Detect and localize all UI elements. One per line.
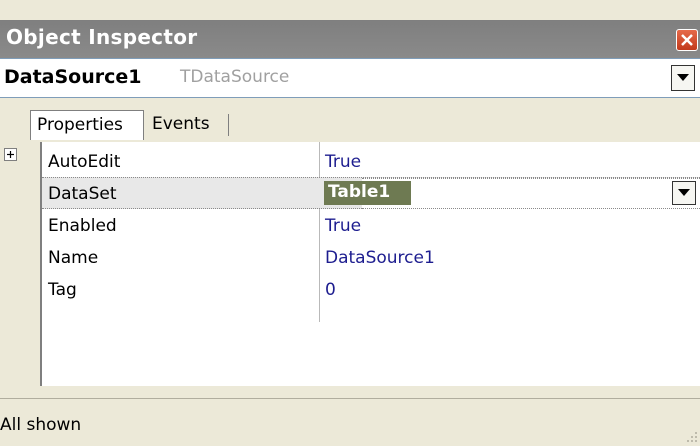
property-grid: AutoEdit True DataSet Table1 Enabled Tru… bbox=[0, 142, 700, 386]
property-value-editor[interactable] bbox=[362, 178, 700, 209]
dataset-dropdown-button[interactable] bbox=[672, 181, 696, 205]
dropdown-arrow-icon bbox=[677, 74, 689, 81]
property-name: Tag bbox=[48, 280, 77, 300]
property-row-dataset[interactable]: DataSet Table1 bbox=[42, 177, 700, 209]
property-name: Name bbox=[48, 248, 99, 268]
property-gutter bbox=[0, 142, 42, 386]
property-value[interactable]: True bbox=[325, 216, 361, 236]
tab-properties[interactable]: Properties bbox=[30, 110, 144, 140]
property-row-name[interactable]: Name DataSource1 bbox=[42, 242, 700, 274]
property-value[interactable]: DataSource1 bbox=[325, 248, 435, 268]
window-title: Object Inspector bbox=[6, 25, 198, 49]
component-type: TDataSource bbox=[180, 67, 290, 87]
property-value[interactable]: True bbox=[325, 152, 361, 172]
tab-divider bbox=[228, 114, 229, 136]
tab-events[interactable]: Events bbox=[152, 114, 210, 134]
component-selector-dropdown-button[interactable] bbox=[671, 65, 695, 91]
expand-dataset-button[interactable] bbox=[4, 148, 17, 161]
expand-plus-icon bbox=[7, 151, 14, 158]
property-row-tag[interactable]: Tag 0 bbox=[42, 274, 700, 306]
close-icon bbox=[681, 34, 693, 46]
status-bar: All shown bbox=[0, 398, 700, 446]
close-button[interactable] bbox=[676, 29, 698, 51]
tab-strip: Properties Events bbox=[0, 98, 700, 240]
component-name: DataSource1 bbox=[4, 66, 142, 88]
dropdown-arrow-icon bbox=[678, 189, 690, 196]
property-name: DataSet bbox=[48, 184, 117, 204]
status-text: All shown bbox=[0, 415, 82, 435]
title-bar[interactable]: Object Inspector bbox=[0, 20, 700, 58]
property-value[interactable]: 0 bbox=[325, 280, 336, 300]
property-value[interactable]: Table1 bbox=[328, 182, 390, 202]
property-name: AutoEdit bbox=[48, 152, 121, 172]
object-inspector-window: Object Inspector DataSource1 TDataSource… bbox=[0, 0, 700, 446]
property-row-autoedit[interactable]: AutoEdit True bbox=[42, 146, 700, 178]
property-name: Enabled bbox=[48, 216, 117, 236]
size-grip-icon[interactable] bbox=[684, 431, 698, 445]
component-selector[interactable]: DataSource1 TDataSource bbox=[0, 58, 700, 98]
tab-properties-label: Properties bbox=[37, 115, 123, 135]
property-row-enabled[interactable]: Enabled True bbox=[42, 210, 700, 242]
